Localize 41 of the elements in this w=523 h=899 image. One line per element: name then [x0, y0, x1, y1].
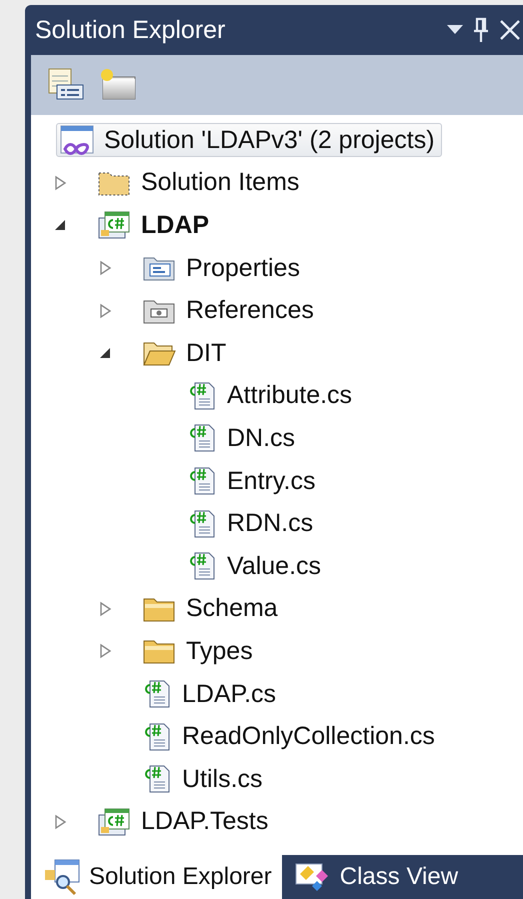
- tab[interactable]: Solution Explorer: [31, 855, 282, 899]
- tree-item[interactable]: Types: [138, 634, 260, 668]
- tree-item[interactable]: LDAP: [93, 208, 216, 242]
- tree-item[interactable]: Solution 'LDAPv3' (2 projects): [56, 123, 442, 158]
- csharp-file-icon: [187, 423, 217, 454]
- expand-arrow-icon[interactable]: [53, 174, 67, 191]
- tab[interactable]: Class View: [282, 855, 523, 899]
- solution-icon: [60, 125, 94, 156]
- expand-arrow-icon[interactable]: [98, 643, 112, 660]
- tree-item[interactable]: Value.cs: [183, 549, 328, 584]
- csharp-file-icon: [187, 466, 217, 496]
- csharp-file-icon: [142, 722, 172, 752]
- magnifier-window-icon: [43, 858, 81, 896]
- tree-item[interactable]: LDAP.cs: [138, 677, 284, 712]
- expand-arrow-icon[interactable]: [53, 814, 67, 830]
- tree-item[interactable]: Properties: [138, 252, 307, 285]
- tree-item[interactable]: Entry.cs: [183, 464, 322, 498]
- csharp-project-icon: [97, 806, 131, 837]
- expand-arrow-icon[interactable]: [98, 302, 112, 319]
- panel-title: Solution Explorer: [35, 16, 226, 44]
- csharp-file-icon: [142, 679, 172, 710]
- tree-item[interactable]: DN.cs: [183, 421, 302, 456]
- tree-item[interactable]: ReadOnlyCollection.cs: [138, 720, 442, 754]
- expand-arrow-icon[interactable]: [98, 600, 112, 617]
- csharp-file-icon: [187, 380, 217, 411]
- csharp-file-icon: [187, 508, 217, 539]
- tree-item[interactable]: RDN.cs: [183, 506, 320, 541]
- tree-item[interactable]: Attribute.cs: [183, 378, 360, 413]
- tree-item[interactable]: Schema: [138, 592, 285, 626]
- dropdown-icon[interactable]: [447, 25, 463, 35]
- tree-item[interactable]: Utils.cs: [138, 762, 270, 796]
- pin-icon[interactable]: [473, 17, 489, 43]
- tree-item[interactable]: Solution Items: [93, 166, 306, 200]
- tree-item[interactable]: DIT: [138, 336, 234, 370]
- close-icon[interactable]: [499, 19, 521, 41]
- expand-arrow-icon[interactable]: [98, 260, 112, 276]
- tree-item[interactable]: References: [138, 294, 321, 328]
- tree-item[interactable]: LDAP.Tests: [93, 804, 276, 839]
- csharp-project-icon: [97, 210, 131, 240]
- csharp-file-icon: [142, 764, 172, 794]
- csharp-file-icon: [187, 551, 217, 582]
